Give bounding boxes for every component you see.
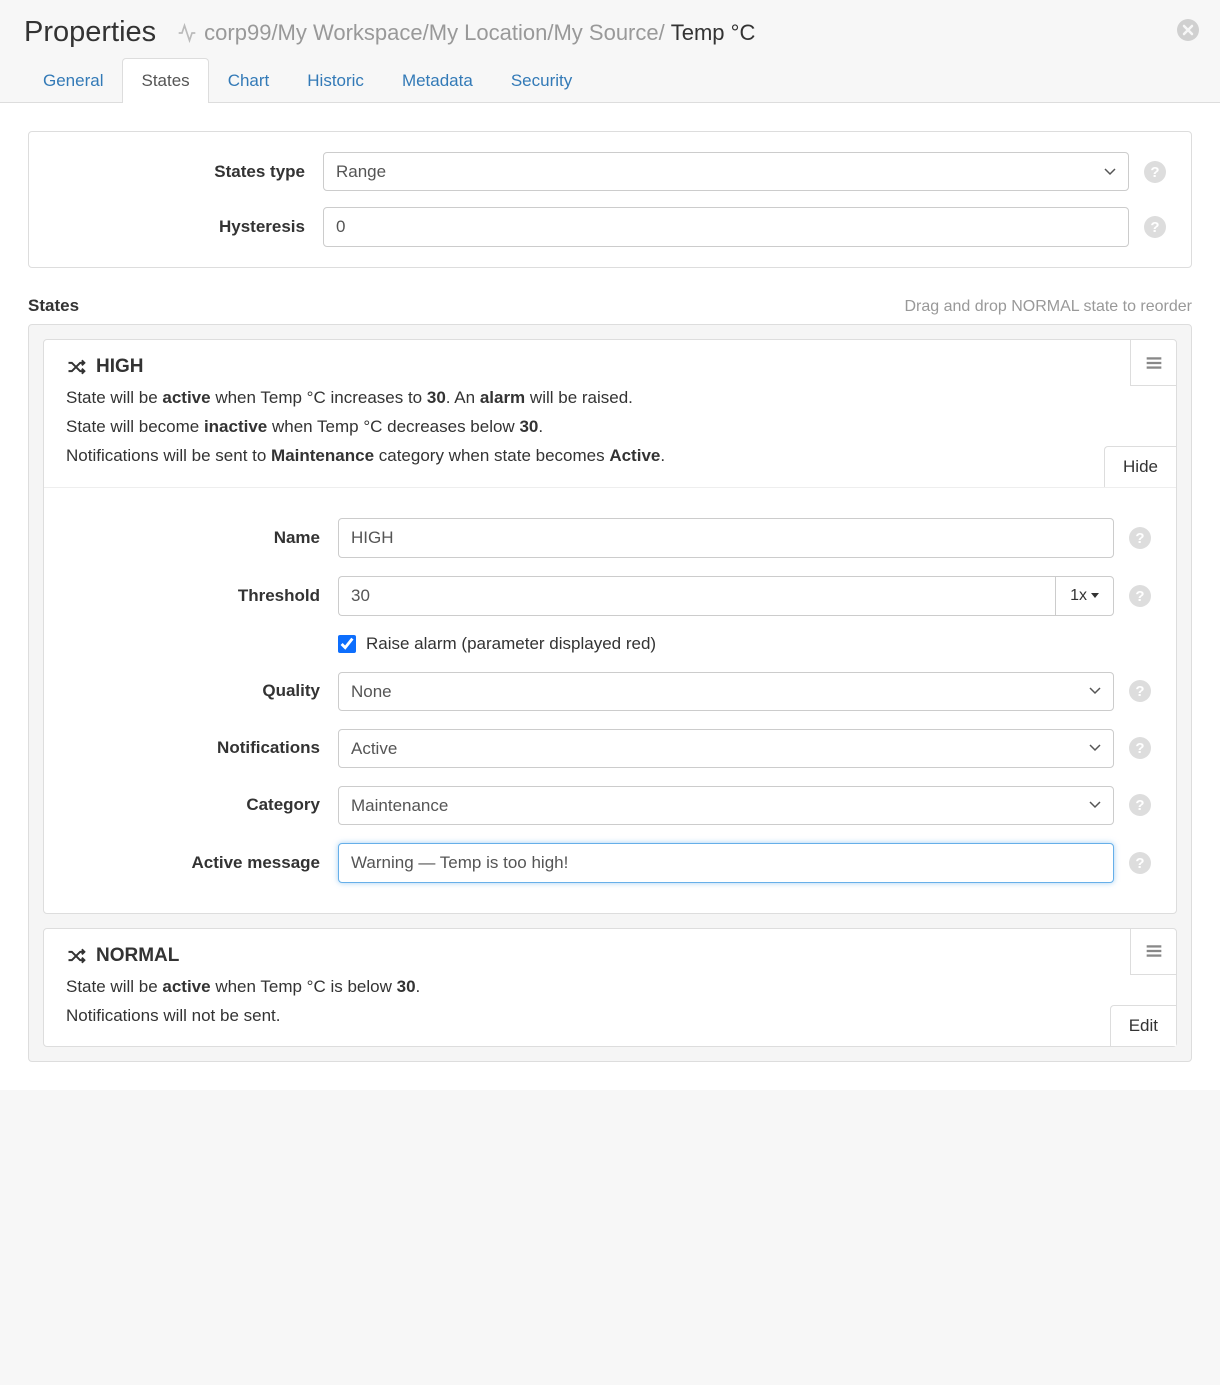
tabs: General States Chart Historic Metadata S… (0, 57, 1220, 103)
active-message-label: Active message (68, 853, 338, 873)
caret-down-icon (1091, 593, 1099, 598)
shuffle-icon (66, 946, 86, 966)
page-title: Properties (24, 16, 156, 49)
state-normal-name: NORMAL (96, 945, 179, 967)
help-icon[interactable]: ? (1143, 215, 1167, 239)
name-input[interactable] (338, 518, 1114, 558)
state-high-header: HIGH State will be active when Temp °C i… (44, 340, 1176, 488)
states-container: HIGH State will be active when Temp °C i… (28, 324, 1192, 1062)
svg-text:?: ? (1135, 855, 1144, 872)
pulse-icon (176, 23, 198, 43)
help-icon[interactable]: ? (1143, 160, 1167, 184)
category-label: Category (68, 795, 338, 815)
states-section-header: States Drag and drop NORMAL state to reo… (28, 296, 1192, 316)
help-icon[interactable]: ? (1128, 679, 1152, 703)
quality-label: Quality (68, 681, 338, 701)
raise-alarm-row[interactable]: Raise alarm (parameter displayed red) (338, 634, 1114, 654)
help-icon[interactable]: ? (1128, 736, 1152, 760)
tab-security[interactable]: Security (492, 58, 591, 103)
states-reorder-hint: Drag and drop NORMAL state to reorder (904, 298, 1192, 316)
state-card-normal: NORMAL State will be active when Temp °C… (43, 928, 1177, 1048)
threshold-multiplier[interactable]: 1x (1055, 576, 1114, 616)
state-high-description: State will be active when Temp °C increa… (66, 384, 1154, 471)
state-card-high: HIGH State will be active when Temp °C i… (43, 339, 1177, 914)
category-select[interactable]: Maintenance (338, 786, 1114, 825)
tab-metadata[interactable]: Metadata (383, 58, 492, 103)
raise-alarm-checkbox[interactable] (338, 635, 356, 653)
hysteresis-row: Hysteresis ? (53, 207, 1167, 247)
help-icon[interactable]: ? (1128, 851, 1152, 875)
svg-text:?: ? (1150, 219, 1159, 236)
state-normal-header: NORMAL State will be active when Temp °C… (44, 929, 1176, 1047)
breadcrumb: corp99/My Workspace/My Location/My Sourc… (176, 20, 755, 46)
states-section-title: States (28, 296, 79, 316)
breadcrumb-current: Temp °C (671, 20, 756, 46)
state-high-title: HIGH (66, 356, 1154, 378)
svg-text:?: ? (1135, 530, 1144, 547)
hysteresis-input[interactable] (323, 207, 1129, 247)
states-type-row: States type Range ? (53, 152, 1167, 191)
name-label: Name (68, 528, 338, 548)
tab-chart[interactable]: Chart (209, 58, 289, 103)
state-high-name: HIGH (96, 356, 144, 378)
svg-text:?: ? (1135, 740, 1144, 757)
hysteresis-label: Hysteresis (53, 217, 323, 237)
state-normal-title: NORMAL (66, 945, 1154, 967)
raise-alarm-label: Raise alarm (parameter displayed red) (366, 634, 656, 654)
threshold-label: Threshold (68, 586, 338, 606)
state-high-body: Name ? Threshold 1x (44, 488, 1176, 913)
content: States type Range ? Hysteresis ? (0, 103, 1220, 1090)
help-icon[interactable]: ? (1128, 793, 1152, 817)
header: Properties corp99/My Workspace/My Locati… (0, 0, 1220, 57)
states-type-select[interactable]: Range (323, 152, 1129, 191)
drag-handle[interactable] (1130, 340, 1176, 386)
shuffle-icon (66, 357, 86, 377)
svg-text:?: ? (1135, 588, 1144, 605)
quality-select[interactable]: None (338, 672, 1114, 711)
close-button[interactable] (1176, 18, 1200, 42)
tab-general[interactable]: General (24, 58, 122, 103)
svg-text:?: ? (1150, 164, 1159, 181)
notifications-select[interactable]: Active (338, 729, 1114, 768)
edit-button[interactable]: Edit (1110, 1005, 1176, 1046)
states-type-label: States type (53, 162, 323, 182)
svg-text:?: ? (1135, 683, 1144, 700)
breadcrumb-path: corp99/My Workspace/My Location/My Sourc… (204, 20, 665, 46)
state-normal-description: State will be active when Temp °C is bel… (66, 973, 1154, 1031)
active-message-input[interactable] (338, 843, 1114, 883)
hide-button[interactable]: Hide (1104, 446, 1176, 487)
notifications-label: Notifications (68, 738, 338, 758)
svg-text:?: ? (1135, 797, 1144, 814)
states-config-panel: States type Range ? Hysteresis ? (28, 131, 1192, 268)
tab-states[interactable]: States (122, 58, 208, 103)
threshold-input[interactable] (338, 576, 1055, 616)
drag-handle[interactable] (1130, 929, 1176, 975)
help-icon[interactable]: ? (1128, 584, 1152, 608)
help-icon[interactable]: ? (1128, 526, 1152, 550)
tab-historic[interactable]: Historic (288, 58, 383, 103)
